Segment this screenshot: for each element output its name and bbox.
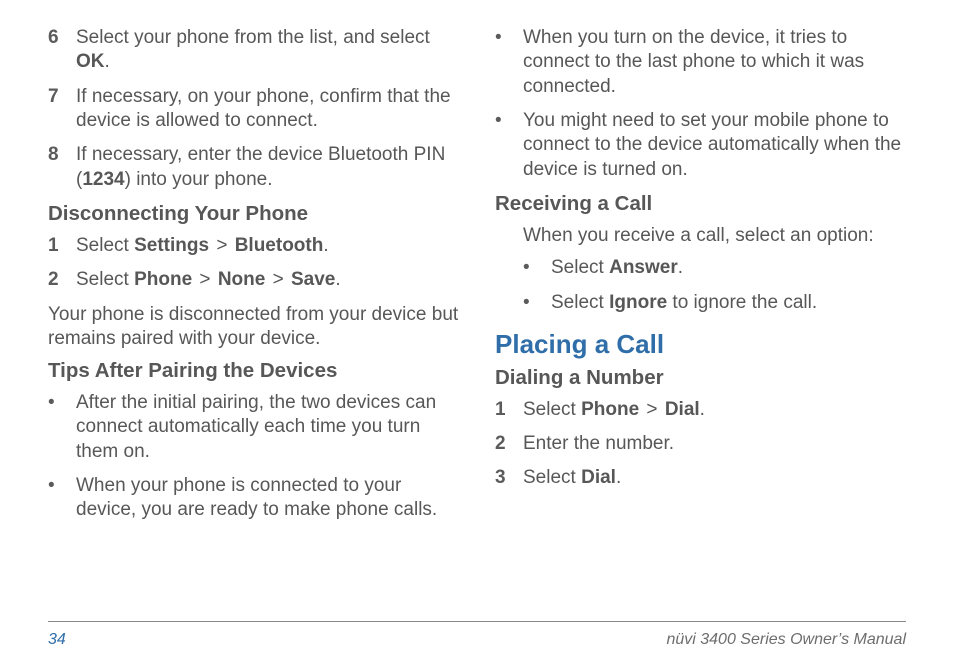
separator: >: [639, 399, 665, 420]
receiving-intro: When you receive a call, select an optio…: [495, 224, 906, 248]
option-body: Select Answer.: [551, 256, 906, 280]
text: to ignore the call.: [667, 292, 817, 313]
text: Select: [523, 399, 581, 420]
text: Select: [523, 467, 581, 488]
bold: Dial: [665, 399, 700, 420]
text: Select: [76, 235, 134, 256]
heading-dialing: Dialing a Number: [495, 366, 906, 390]
footer: 34 nüvi 3400 Series Owner’s Manual: [48, 631, 906, 649]
heading-tips: Tips After Pairing the Devices: [48, 359, 459, 383]
step-number: 1: [495, 398, 523, 422]
step-body: Select your phone from the list, and sel…: [76, 26, 459, 75]
bold: Bluetooth: [235, 235, 324, 256]
text: .: [700, 399, 705, 420]
step-body: Enter the number.: [523, 432, 906, 456]
text: Select your phone from the list, and sel…: [76, 27, 430, 48]
tips-cont-bullet-2: • You might need to set your mobile phon…: [495, 109, 906, 182]
text: Select: [551, 257, 609, 278]
step-number: 2: [48, 268, 76, 292]
bullet-icon: •: [48, 474, 76, 523]
step-number: 7: [48, 85, 76, 134]
bold: Ignore: [609, 292, 667, 313]
bullet-body: When you turn on the device, it tries to…: [523, 26, 906, 99]
disconnect-note: Your phone is disconnected from your dev…: [48, 303, 459, 352]
footer-title: nüvi 3400 Series Owner’s Manual: [666, 631, 906, 649]
tips-bullet-1: • After the initial pairing, the two dev…: [48, 391, 459, 464]
bullet-icon: •: [523, 256, 551, 280]
tips-cont-bullet-1: • When you turn on the device, it tries …: [495, 26, 906, 99]
step-body: Select Phone > Dial.: [523, 398, 906, 422]
bold: Dial: [581, 467, 616, 488]
right-column: • When you turn on the device, it tries …: [495, 26, 906, 598]
text: Select: [551, 292, 609, 313]
bullet-body: You might need to set your mobile phone …: [523, 109, 906, 182]
dial-step-1: 1 Select Phone > Dial.: [495, 398, 906, 422]
heading-placing: Placing a Call: [495, 329, 906, 360]
page: 6 Select your phone from the list, and s…: [0, 0, 954, 672]
separator: >: [265, 269, 291, 290]
step-body: Select Settings > Bluetooth.: [76, 234, 459, 258]
receiving-option-1: • Select Answer.: [495, 256, 906, 280]
bold: None: [218, 269, 266, 290]
heading-disconnecting: Disconnecting Your Phone: [48, 202, 459, 226]
text: .: [323, 235, 328, 256]
option-body: Select Ignore to ignore the call.: [551, 291, 906, 315]
text: .: [335, 269, 340, 290]
bold: 1234: [82, 169, 124, 190]
step-body: Select Dial.: [523, 466, 906, 490]
footer-rule: [48, 621, 906, 622]
receiving-option-2: • Select Ignore to ignore the call.: [495, 291, 906, 315]
step-number: 6: [48, 26, 76, 75]
text: Select: [76, 269, 134, 290]
dial-step-2: 2 Enter the number.: [495, 432, 906, 456]
text: .: [678, 257, 683, 278]
page-number: 34: [48, 631, 66, 649]
bullet-body: After the initial pairing, the two devic…: [76, 391, 459, 464]
separator: >: [192, 269, 218, 290]
step-number: 2: [495, 432, 523, 456]
bold: Save: [291, 269, 335, 290]
separator: >: [209, 235, 235, 256]
text: ) into your phone.: [125, 169, 273, 190]
bold: Settings: [134, 235, 209, 256]
bullet-body: When your phone is connected to your dev…: [76, 474, 459, 523]
bullet-icon: •: [48, 391, 76, 464]
tips-bullet-2: • When your phone is connected to your d…: [48, 474, 459, 523]
heading-receiving: Receiving a Call: [495, 192, 906, 216]
step-7: 7 If necessary, on your phone, confirm t…: [48, 85, 459, 134]
step-body: If necessary, on your phone, confirm tha…: [76, 85, 459, 134]
columns: 6 Select your phone from the list, and s…: [48, 26, 906, 598]
step-number: 3: [495, 466, 523, 490]
step-body: Select Phone > None > Save.: [76, 268, 459, 292]
bullet-icon: •: [523, 291, 551, 315]
disconnect-step-2: 2 Select Phone > None > Save.: [48, 268, 459, 292]
bullet-icon: •: [495, 26, 523, 99]
bold: Phone: [134, 269, 192, 290]
text: .: [105, 51, 110, 72]
step-6: 6 Select your phone from the list, and s…: [48, 26, 459, 75]
step-8: 8 If necessary, enter the device Bluetoo…: [48, 143, 459, 192]
dial-step-3: 3 Select Dial.: [495, 466, 906, 490]
bold: Phone: [581, 399, 639, 420]
text: .: [616, 467, 621, 488]
step-body: If necessary, enter the device Bluetooth…: [76, 143, 459, 192]
bullet-icon: •: [495, 109, 523, 182]
bold: Answer: [609, 257, 678, 278]
step-number: 1: [48, 234, 76, 258]
left-column: 6 Select your phone from the list, and s…: [48, 26, 459, 598]
bold: OK: [76, 51, 105, 72]
step-number: 8: [48, 143, 76, 192]
disconnect-step-1: 1 Select Settings > Bluetooth.: [48, 234, 459, 258]
